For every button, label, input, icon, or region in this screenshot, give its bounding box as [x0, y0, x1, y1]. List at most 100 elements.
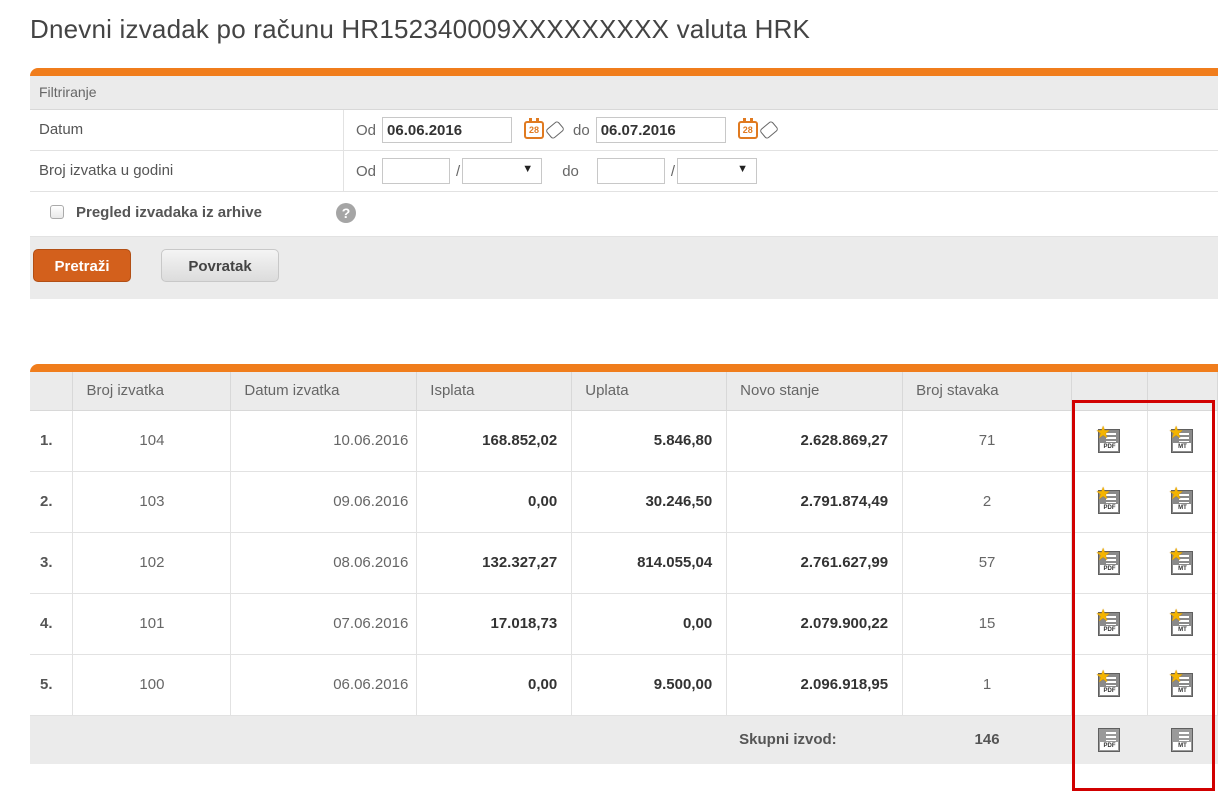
pdf-cell: ★ PDF [1071, 410, 1148, 472]
button-bar: Pretraži Povratak [30, 237, 1218, 299]
new-balance: 2.096.918,95 [726, 654, 904, 716]
mt-cell: ★ MT [1147, 654, 1218, 716]
back-button[interactable]: Povratak [161, 249, 279, 282]
column-header-pdf [1071, 372, 1148, 411]
archive-label[interactable]: Pregled izvadaka iz arhive [76, 204, 262, 221]
pdf-tag: PDF [1100, 625, 1119, 634]
mt940-download-icon[interactable]: ★ MT [1168, 424, 1194, 453]
pdf-download-icon[interactable]: ★ PDF [1095, 607, 1121, 636]
mt-tag: MT [1173, 503, 1192, 512]
row-number: 5. [30, 654, 74, 716]
date-range-controls: Od 28 do 28 [356, 110, 779, 150]
pdf-tag: PDF [1100, 686, 1119, 695]
date-to-input[interactable] [595, 117, 726, 143]
pdf-download-icon[interactable]: ★ PDF [1095, 546, 1121, 575]
statement-number: 102 [72, 532, 232, 594]
column-header [30, 372, 74, 411]
pdf-tag: PDF [1100, 564, 1119, 573]
combined-mt940-download-icon[interactable]: MT [1171, 727, 1194, 752]
new-balance: 2.791.874,49 [726, 471, 904, 533]
statement-date: 07.06.2016 [230, 593, 418, 655]
summary-pdf-cell: PDF [1071, 715, 1148, 764]
calendar-icon[interactable]: 28 [524, 118, 545, 139]
year-from-select[interactable]: ▼ [462, 158, 543, 184]
column-header-statement-date: Datum izvatka [230, 372, 418, 411]
mt-tag: MT [1173, 564, 1192, 573]
statement-number-controls: Od / ▼ do / ▼ [356, 151, 758, 191]
calendar-icon[interactable]: 28 [737, 118, 758, 139]
summary-spacer [30, 715, 728, 764]
mt940-download-icon[interactable]: ★ MT [1168, 668, 1194, 697]
item-count: 2 [902, 471, 1073, 533]
pdf-download-icon[interactable]: ★ PDF [1095, 668, 1121, 697]
mt940-download-icon[interactable]: ★ MT [1168, 607, 1194, 636]
eraser-icon[interactable] [545, 120, 566, 140]
mt940-download-icon[interactable]: ★ MT [1168, 485, 1194, 514]
credit-amount: 814.055,04 [571, 532, 728, 594]
table-row[interactable]: 4. 101 07.06.2016 17.018,73 0,00 2.079.9… [30, 593, 1218, 655]
summary-mt-cell: MT [1147, 715, 1218, 764]
statement-number: 103 [72, 471, 232, 533]
statement-number-label: Broj izvatka u godini [39, 162, 174, 179]
row-number: 2. [30, 471, 74, 533]
credit-amount: 0,00 [571, 593, 728, 655]
mt-cell: ★ MT [1147, 593, 1218, 655]
pdf-cell: ★ PDF [1071, 593, 1148, 655]
page-title: Dnevni izvadak po računu HR152340009XXXX… [30, 14, 811, 44]
item-count: 57 [902, 532, 1073, 594]
divider [343, 110, 344, 150]
credit-amount: 5.846,80 [571, 410, 728, 472]
date-filter-row: Datum Od 28 do 28 [30, 110, 1218, 151]
slash-separator: / [670, 162, 676, 180]
search-button[interactable]: Pretraži [33, 249, 131, 282]
combined-pdf-download-icon[interactable]: PDF [1098, 727, 1121, 752]
debit-amount: 0,00 [416, 471, 573, 533]
column-header-mt [1147, 372, 1218, 411]
date-from-input[interactable] [382, 117, 513, 143]
number-to-label: do [562, 162, 579, 180]
credit-amount: 30.246,50 [571, 471, 728, 533]
table-header-row: Broj izvatka Datum izvatka Isplata Uplat… [30, 372, 1218, 411]
archive-checkbox[interactable] [50, 205, 64, 219]
statement-number: 101 [72, 593, 232, 655]
debit-amount: 0,00 [416, 654, 573, 716]
number-to-input[interactable] [596, 158, 665, 184]
archive-row: Pregled izvadaka iz arhive ? [30, 192, 1218, 237]
new-balance: 2.628.869,27 [726, 410, 904, 472]
statement-date: 08.06.2016 [230, 532, 418, 594]
item-count: 71 [902, 410, 1073, 472]
column-header-debit: Isplata [416, 372, 573, 411]
row-number: 4. [30, 593, 74, 655]
pdf-tag: PDF [1100, 503, 1119, 512]
table-row[interactable]: 2. 103 09.06.2016 0,00 30.246,50 2.791.8… [30, 471, 1218, 533]
year-to-select[interactable]: ▼ [677, 158, 758, 184]
dropdown-arrow-icon: ▼ [737, 163, 749, 175]
number-from-input[interactable] [382, 158, 451, 184]
slash-separator: / [456, 162, 461, 180]
pdf-download-icon[interactable]: ★ PDF [1095, 424, 1121, 453]
table-row[interactable]: 3. 102 08.06.2016 132.327,27 814.055,04 … [30, 532, 1218, 594]
summary-total-items: 146 [902, 715, 1073, 764]
table-row[interactable]: 5. 100 06.06.2016 0,00 9.500,00 2.096.91… [30, 654, 1218, 716]
item-count: 15 [902, 593, 1073, 655]
debit-amount: 168.852,02 [416, 410, 573, 472]
pdf-download-icon[interactable]: ★ PDF [1095, 485, 1121, 514]
statement-number-filter-row: Broj izvatka u godini Od / ▼ do / ▼ [30, 151, 1218, 192]
help-icon[interactable]: ? [336, 203, 356, 223]
eraser-icon[interactable] [758, 120, 779, 140]
mt-cell: ★ MT [1147, 471, 1218, 533]
pdf-cell: ★ PDF [1071, 532, 1148, 594]
table-row[interactable]: 1. 104 10.06.2016 168.852,02 5.846,80 2.… [30, 410, 1218, 472]
summary-label: Skupni izvod: [726, 715, 904, 764]
mt-tag: MT [1173, 625, 1192, 634]
statement-date: 10.06.2016 [230, 410, 418, 472]
column-header-new-balance: Novo stanje [726, 372, 904, 411]
mt940-download-icon[interactable]: ★ MT [1168, 546, 1194, 575]
dropdown-arrow-icon: ▼ [522, 163, 534, 175]
row-number: 3. [30, 532, 74, 594]
results-panel: Broj izvatka Datum izvatka Isplata Uplat… [30, 364, 1218, 802]
statement-number: 104 [72, 410, 232, 472]
mt-tag: MT [1173, 741, 1192, 750]
statement-number: 100 [72, 654, 232, 716]
number-from-label: Od [356, 162, 377, 180]
